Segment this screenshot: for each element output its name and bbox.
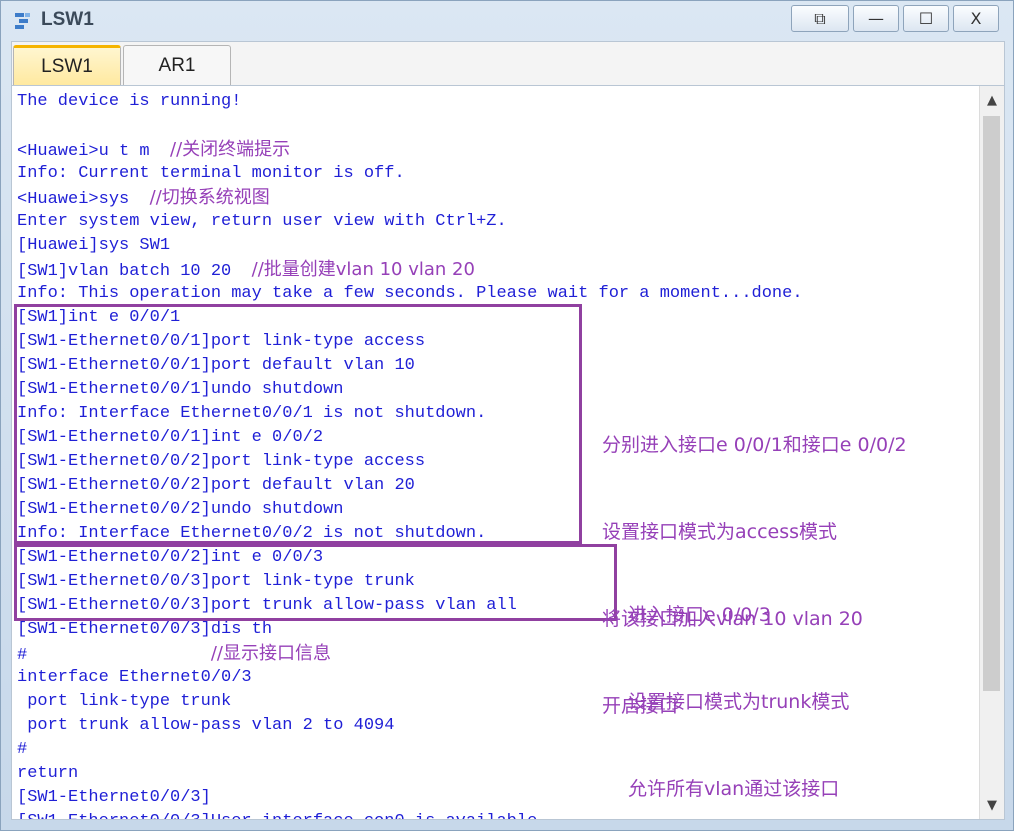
terminal-line: The device is running! [17, 90, 241, 114]
highlight-box-access [14, 304, 582, 544]
terminal-line-text: Enter system view, return user view with… [17, 212, 507, 231]
terminal-line-text: [SW1-Ethernet0/0/3]User interface con0 i… [17, 812, 537, 819]
maximize-button[interactable]: ☐ [903, 5, 949, 32]
tab-lsw1[interactable]: LSW1 [13, 45, 121, 85]
terminal-line-text: [Huawei]sys SW1 [17, 236, 171, 255]
terminal-line-text: return [17, 764, 79, 783]
restore-icon: ⧉ [814, 8, 826, 28]
maximize-icon: ☐ [918, 9, 934, 28]
terminal-line-text: # [17, 740, 28, 759]
terminal-console[interactable]: The device is running! <Huawei>u t m //关闭… [11, 85, 1005, 820]
tab-ar1[interactable]: AR1 [123, 45, 231, 85]
minimize-icon: — [868, 9, 884, 28]
terminal-line-comment: //关闭终端提示 [170, 139, 291, 160]
terminal-line: Enter system view, return user view with… [17, 210, 507, 234]
vertical-scrollbar[interactable]: ▲ ▼ [979, 86, 1004, 819]
annotation-trunk-group: 进入接口e 0/0/3 设置接口模式为trunk模式 允许所有vlan通过该接口 [628, 543, 850, 819]
terminal-line: Info: This operation may take a few seco… [17, 282, 803, 306]
terminal-line-text: Info: This operation may take a few seco… [17, 284, 803, 303]
terminal-line-text: interface Ethernet0/0/3 [17, 668, 252, 687]
terminal-line: port link-type trunk [17, 690, 231, 714]
terminal-line: interface Ethernet0/0/3 [17, 666, 252, 690]
close-button[interactable]: X [953, 5, 999, 32]
window-title: LSW1 [41, 9, 94, 30]
title-bar[interactable]: LSW1 ⧉ — ☐ X [1, 1, 1013, 37]
annotation-line: 设置接口模式为trunk模式 [628, 691, 850, 713]
terminal-line-text: <Huawei>sys [17, 190, 150, 209]
terminal-line: port trunk allow-pass vlan 2 to 4094 [17, 714, 394, 738]
annotation-line: 允许所有vlan通过该接口 [628, 778, 840, 800]
terminal-line-text: [SW1-Ethernet0/0/3]dis th [17, 620, 273, 639]
terminal-line-text: port trunk allow-pass vlan 2 to 4094 [17, 716, 395, 735]
terminal-line: <Huawei>u t m //关闭终端提示 [17, 138, 290, 162]
terminal-line: [SW1-Ethernet0/0/3]User interface con0 i… [17, 810, 537, 819]
terminal-line-text: <Huawei>u t m [17, 142, 171, 161]
terminal-line: return [17, 762, 78, 786]
scroll-up-arrow-icon[interactable]: ▲ [980, 88, 1004, 112]
highlight-box-trunk [14, 544, 617, 621]
terminal-line: [Huawei]sys SW1 [17, 234, 170, 258]
terminal-line-text: port link-type trunk [17, 692, 232, 711]
tab-bar: LSW1 AR1 [11, 41, 1005, 85]
restore-button[interactable]: ⧉ [791, 5, 849, 32]
terminal-line-text: # [17, 646, 211, 665]
scroll-down-arrow-icon[interactable]: ▼ [980, 793, 1004, 817]
terminal-line: # //显示接口信息 [17, 642, 331, 666]
terminal-line-text: The device is running! [17, 92, 242, 111]
terminal-line-text: [SW1]vlan batch 10 20 [17, 262, 252, 281]
terminal-line: [SW1-Ethernet0/0/3] [17, 786, 211, 810]
terminal-line: # [17, 738, 27, 762]
scrollbar-thumb[interactable] [983, 116, 1000, 691]
terminal-line: Info: Current terminal monitor is off. [17, 162, 405, 186]
terminal-line-text: [SW1-Ethernet0/0/3] [17, 788, 211, 807]
terminal-line: <Huawei>sys //切换系统视图 [17, 186, 270, 210]
app-icon [15, 13, 30, 29]
terminal-line-comment: //显示接口信息 [210, 643, 331, 664]
terminal-line: [SW1-Ethernet0/0/3]dis th [17, 618, 272, 642]
annotation-line: 分别进入接口e 0/0/1和接口e 0/0/2 [602, 434, 907, 456]
terminal-line: [SW1]vlan batch 10 20 //批量创建vlan 10 vlan… [17, 258, 475, 282]
terminal-window: LSW1 ⧉ — ☐ X LSW1 AR1 The device is runn… [0, 0, 1014, 831]
terminal-line-text: Info: Current terminal monitor is off. [17, 164, 405, 183]
terminal-line-comment: //批量创建vlan 10 vlan 20 [251, 259, 475, 280]
annotation-line: 进入接口e 0/0/3 [628, 604, 771, 626]
close-icon: X [970, 9, 982, 28]
minimize-button[interactable]: — [853, 5, 899, 32]
terminal-line-comment: //切换系统视图 [149, 187, 270, 208]
